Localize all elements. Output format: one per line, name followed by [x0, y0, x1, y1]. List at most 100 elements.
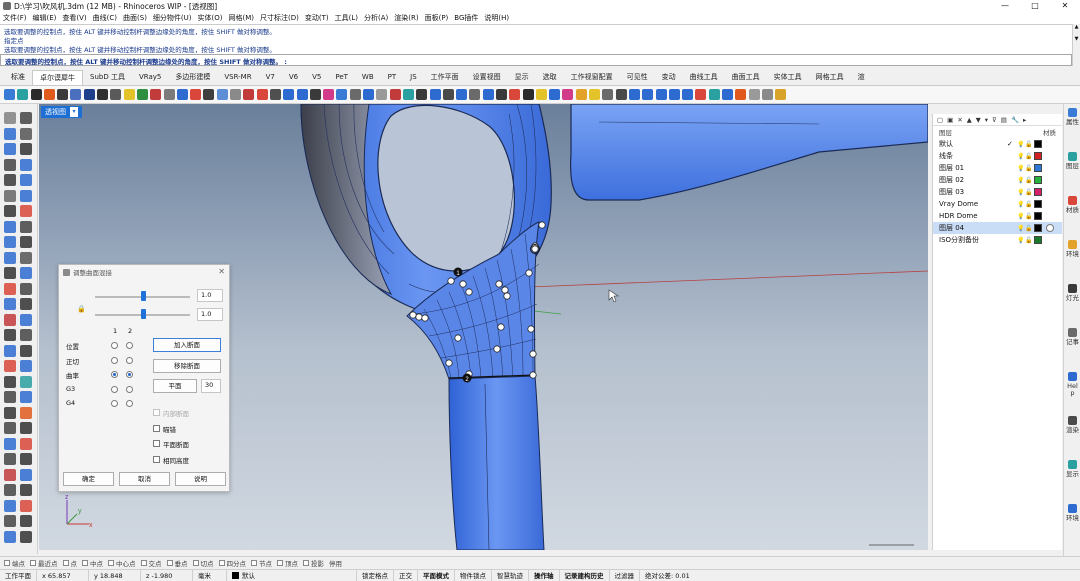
menu-item[interactable]: 曲线(C): [93, 13, 117, 23]
toolbar-tool-icon[interactable]: [43, 89, 55, 100]
osnap-option[interactable]: 节点: [251, 558, 272, 568]
layer-lock-icon[interactable]: 🔓: [1025, 141, 1032, 148]
left-tool-icon[interactable]: [4, 282, 16, 295]
toolbar-tool-icon[interactable]: [323, 89, 335, 100]
left-tool-icon[interactable]: [4, 422, 16, 434]
left-tool-icon[interactable]: [4, 484, 16, 496]
command-scrollbar[interactable]: ▲ ▼: [1072, 24, 1080, 66]
layer-lock-icon[interactable]: 🔓: [1025, 213, 1032, 220]
layer-row[interactable]: 图层 03 💡 🔓: [933, 186, 1062, 198]
side-tab[interactable]: 记事: [1066, 339, 1079, 346]
side-tab[interactable]: 环境: [1066, 251, 1079, 258]
left-tool-icon[interactable]: [4, 530, 16, 543]
left-tool-icon[interactable]: [4, 468, 16, 481]
layer-tool-icon[interactable]: 🔧: [1011, 116, 1019, 124]
toolbar-tab[interactable]: 多边形建模: [168, 70, 217, 85]
toolbar-tab[interactable]: 工作视窗配置: [564, 70, 620, 85]
continuity-radio-edge-2[interactable]: [126, 356, 133, 364]
toolbar-tool-icon[interactable]: [70, 89, 82, 100]
layer-color-swatch[interactable]: [1034, 164, 1042, 172]
left-tool-icon[interactable]: [4, 298, 16, 310]
maximize-button[interactable]: □: [1020, 0, 1050, 12]
option-checkbox-label[interactable]: 瞄错: [163, 424, 176, 434]
status-toggle[interactable]: 正交: [394, 569, 418, 581]
osnap-option[interactable]: 端点: [4, 558, 25, 568]
menu-item[interactable]: 查看(V): [62, 13, 86, 23]
toolbar-tool-icon[interactable]: [495, 89, 507, 100]
toolbar-tool-icon[interactable]: [216, 89, 228, 100]
toolbar-tab[interactable]: 曲面工具: [725, 70, 767, 85]
left-tool-icon[interactable]: [4, 189, 16, 202]
toolbar-tool-icon[interactable]: [349, 89, 361, 100]
left-tool-icon[interactable]: [4, 205, 16, 217]
toolbar-tool-icon[interactable]: [389, 89, 401, 100]
planar-button[interactable]: 平面: [153, 379, 197, 393]
toolbar-tab[interactable]: PeT: [328, 70, 355, 85]
toolbar-tool-icon[interactable]: [482, 89, 494, 100]
side-tab[interactable]: 材质: [1066, 207, 1079, 214]
toolbar-tool-icon[interactable]: [230, 89, 242, 100]
left-tool-icon[interactable]: [20, 499, 32, 512]
remove-section-button[interactable]: 移除断面: [153, 359, 221, 373]
toolbar-tool-icon[interactable]: [456, 89, 468, 100]
layer-color-swatch[interactable]: [1034, 140, 1042, 148]
left-tool-icon[interactable]: [20, 220, 32, 233]
toolbar-tool-icon[interactable]: [589, 89, 601, 100]
lock-icon[interactable]: 🔒: [77, 305, 86, 313]
side-tab[interactable]: 显示: [1066, 471, 1079, 478]
menu-item[interactable]: 文件(F): [3, 13, 27, 23]
left-tool-icon[interactable]: [20, 468, 32, 481]
left-tool-icon[interactable]: [20, 391, 32, 403]
continuity-radio-edge-1[interactable]: [111, 371, 118, 378]
toolbar-tab[interactable]: 工作平面: [424, 70, 466, 85]
toolbar-tool-icon[interactable]: [602, 89, 614, 100]
left-tool-icon[interactable]: [4, 391, 16, 403]
toolbar-tool-icon[interactable]: [269, 89, 281, 100]
layer-visibility-icon[interactable]: 💡: [1017, 153, 1024, 160]
slider-2-value-input[interactable]: 1.0: [197, 308, 223, 321]
toolbar-tool-icon[interactable]: [575, 89, 587, 100]
side-tab[interactable]: 图层: [1066, 163, 1079, 170]
layer-tool-icon[interactable]: ▾: [985, 116, 988, 124]
layer-visibility-icon[interactable]: 💡: [1017, 225, 1024, 232]
toolbar-tool-icon[interactable]: [469, 89, 481, 100]
left-tool-icon[interactable]: [4, 453, 16, 465]
layer-row[interactable]: 线条 💡 🔓: [933, 150, 1062, 162]
toolbar-tool-icon[interactable]: [136, 89, 148, 100]
left-tool-icon[interactable]: [20, 282, 32, 295]
left-tool-icon[interactable]: [20, 174, 32, 186]
handle-tube-right[interactable]: [569, 104, 928, 201]
toolbar-tool-icon[interactable]: [416, 89, 428, 100]
toolbar-tool-icon[interactable]: [110, 89, 122, 100]
status-cplane[interactable]: 工作平面: [0, 569, 37, 581]
layer-row[interactable]: HDR Dome 💡 🔓: [933, 210, 1062, 222]
help-button[interactable]: 说明: [175, 472, 226, 486]
left-tool-icon[interactable]: [4, 499, 16, 512]
osnap-option[interactable]: 顶点: [277, 558, 298, 568]
toolbar-tool-icon[interactable]: [535, 89, 547, 100]
continuity-radio-edge-2[interactable]: [126, 371, 133, 378]
status-unit[interactable]: 毫米: [193, 569, 227, 581]
left-tool-icon[interactable]: [4, 437, 16, 450]
toolbar-tool-icon[interactable]: [176, 89, 188, 100]
toolbar-tool-icon[interactable]: [309, 89, 321, 100]
layer-tool-icon[interactable]: ▼: [976, 116, 981, 124]
layer-visibility-icon[interactable]: 💡: [1017, 165, 1024, 172]
toolbar-tab[interactable]: SubD 工具: [83, 70, 132, 85]
toolbar-tab[interactable]: PT: [381, 70, 404, 85]
toolbar-tab[interactable]: 渲: [851, 70, 872, 85]
continuity-radio-edge-1[interactable]: [111, 385, 118, 393]
toolbar-tab[interactable]: 曲线工具: [683, 70, 725, 85]
layer-tool-icon[interactable]: ⊽: [992, 116, 997, 124]
toolbar-tool-icon[interactable]: [256, 89, 268, 100]
left-tool-icon[interactable]: [20, 189, 32, 202]
toolbar-tab[interactable]: 可见性: [620, 70, 655, 85]
left-tool-icon[interactable]: [4, 220, 16, 233]
osnap-option[interactable]: 投影: [303, 558, 324, 568]
left-tool-icon[interactable]: [20, 143, 32, 155]
toolbar-tab[interactable]: 选取: [536, 70, 564, 85]
continuity-radio-edge-1[interactable]: [111, 400, 118, 407]
menu-item[interactable]: 分析(A): [364, 13, 388, 23]
toolbar-tab[interactable]: V6: [282, 70, 305, 85]
left-tool-icon[interactable]: [20, 453, 32, 465]
